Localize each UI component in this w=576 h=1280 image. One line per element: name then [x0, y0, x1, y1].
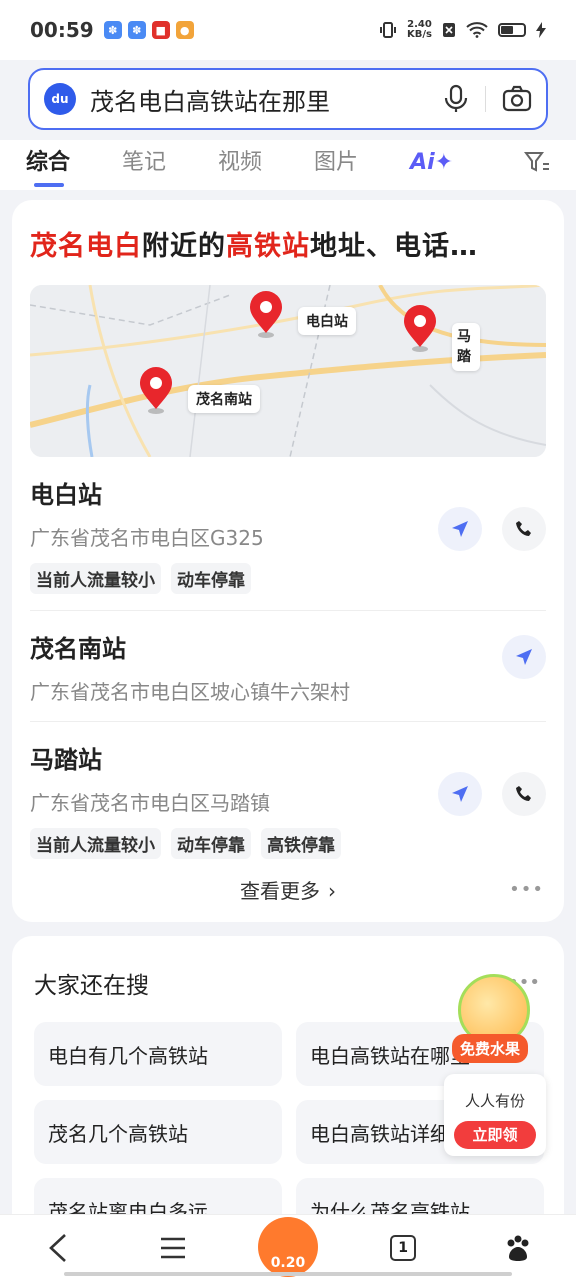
tab-ai[interactable]: Ai✦	[410, 143, 453, 187]
net-speed: 2.40 KB/s	[407, 19, 432, 40]
navigate-button[interactable]	[502, 635, 546, 679]
divider	[485, 86, 486, 112]
tag: 当前人流量较小	[30, 563, 161, 594]
call-button[interactable]	[502, 507, 546, 551]
free-fruit-promo[interactable]: 免费水果 人人有份 立即领	[444, 970, 548, 1160]
wifi-icon	[466, 22, 488, 38]
see-more-link[interactable]: 查看更多 › •••	[30, 875, 546, 904]
back-arrow-icon	[48, 1233, 66, 1262]
tag: 动车停靠	[171, 563, 251, 594]
station-item-maonan[interactable]: 茂名南站 广东省茂名市电白区坡心镇牛六架村	[30, 611, 546, 722]
reward-count-badge[interactable]: 0.20	[257, 1216, 318, 1277]
bottom-nav: 0.20 1	[0, 1214, 576, 1280]
baidu-home-button[interactable]	[488, 1223, 548, 1273]
more-options-icon[interactable]: •••	[509, 879, 544, 900]
phone-icon	[516, 786, 531, 801]
baidu-paw-notification-icon-2: ✽	[127, 21, 146, 39]
tab-notes[interactable]: 笔记	[122, 143, 166, 187]
baidu-logo-icon: du	[44, 83, 76, 115]
search-bar[interactable]: du 茂名电白高铁站在那里	[28, 68, 548, 130]
promo-badge[interactable]: 免费水果	[452, 1034, 529, 1063]
station-name[interactable]: 电白站	[30, 475, 546, 510]
tab-count: 1	[390, 1234, 417, 1261]
related-item[interactable]: 电白有几个高铁站	[34, 1022, 282, 1086]
navigate-button[interactable]	[438, 772, 482, 816]
call-button[interactable]	[502, 772, 546, 816]
map-label-dianbai[interactable]: 电白站	[298, 307, 356, 335]
tab-all[interactable]: 综合	[26, 143, 70, 187]
app-notification-icon: ■	[151, 21, 170, 39]
station-tags: 当前人流量较小 动车停靠	[30, 563, 546, 594]
battery-icon	[498, 23, 526, 37]
home-indicator	[64, 1272, 512, 1276]
back-button[interactable]	[28, 1223, 88, 1273]
charging-icon	[536, 22, 546, 38]
microphone-icon[interactable]	[443, 84, 469, 114]
navigate-arrow-icon	[516, 649, 532, 665]
baidu-paw-notification-icon: ✽	[103, 21, 122, 39]
app-notification-icon-2: ●	[175, 21, 194, 39]
tab-video[interactable]: 视频	[218, 143, 262, 187]
promo-box: 人人有份 立即领	[444, 1074, 546, 1156]
status-time: 00:59	[30, 18, 94, 42]
map-label-maonan[interactable]: 茂名南站	[188, 385, 260, 413]
sim-off-icon	[443, 23, 455, 37]
station-name[interactable]: 马踏站	[30, 740, 546, 775]
reward-button[interactable]: 0.20	[257, 1216, 318, 1277]
camera-icon[interactable]	[502, 85, 532, 113]
promo-claim-button[interactable]: 立即领	[454, 1121, 536, 1149]
tag: 高铁停靠	[261, 828, 341, 859]
phone-icon	[516, 521, 531, 536]
map-label-mata[interactable]: 马踏	[452, 323, 480, 371]
related-item[interactable]: 茂名几个高铁站	[34, 1100, 282, 1164]
filter-icon[interactable]	[524, 150, 550, 174]
station-address: 广东省茂名市电白区坡心镇牛六架村	[30, 680, 350, 704]
tabs-button[interactable]: 1	[373, 1223, 433, 1273]
tag: 当前人流量较小	[30, 828, 161, 859]
chevron-right-icon: ›	[328, 879, 336, 903]
navigate-arrow-icon	[452, 786, 468, 802]
card-title[interactable]: 茂名电白附近的高铁站地址、电话…	[30, 224, 546, 263]
station-item-mata[interactable]: 马踏站 广东省茂名市电白区马踏镇 当前人流量较小 动车停靠 高铁停靠	[30, 722, 546, 869]
station-item-dianbai[interactable]: 电白站 广东省茂名市电白区G325 当前人流量较小 动车停靠	[30, 457, 546, 611]
navigate-button[interactable]	[438, 507, 482, 551]
status-right: 2.40 KB/s	[379, 20, 546, 40]
notification-icons: ✽ ✽ ■ ●	[103, 21, 194, 39]
station-name[interactable]: 茂名南站	[30, 629, 546, 664]
station-tags: 当前人流量较小 动车停靠 高铁停靠	[30, 828, 546, 859]
promo-text: 人人有份	[464, 1092, 525, 1110]
map-roads	[30, 285, 546, 457]
baidu-paw-icon	[507, 1235, 529, 1261]
menu-icon	[160, 1237, 185, 1258]
menu-button[interactable]	[143, 1223, 203, 1273]
status-bar: 00:59 ✽ ✽ ■ ● 2.40 KB/s	[0, 0, 576, 60]
navigate-arrow-icon	[452, 521, 468, 537]
search-input[interactable]: 茂名电白高铁站在那里	[90, 82, 443, 117]
search-tabs: 综合 笔记 视频 图片 Ai✦	[0, 140, 576, 190]
tab-images[interactable]: 图片	[314, 143, 358, 187]
tag: 动车停靠	[171, 828, 251, 859]
station-result-card: 茂名电白附近的高铁站地址、电话… 电白站 茂名南站 马踏 电白站 广东省茂名市电…	[12, 200, 564, 922]
vibrate-icon	[380, 22, 397, 38]
map-view[interactable]: 电白站 茂名南站 马踏	[30, 285, 546, 457]
